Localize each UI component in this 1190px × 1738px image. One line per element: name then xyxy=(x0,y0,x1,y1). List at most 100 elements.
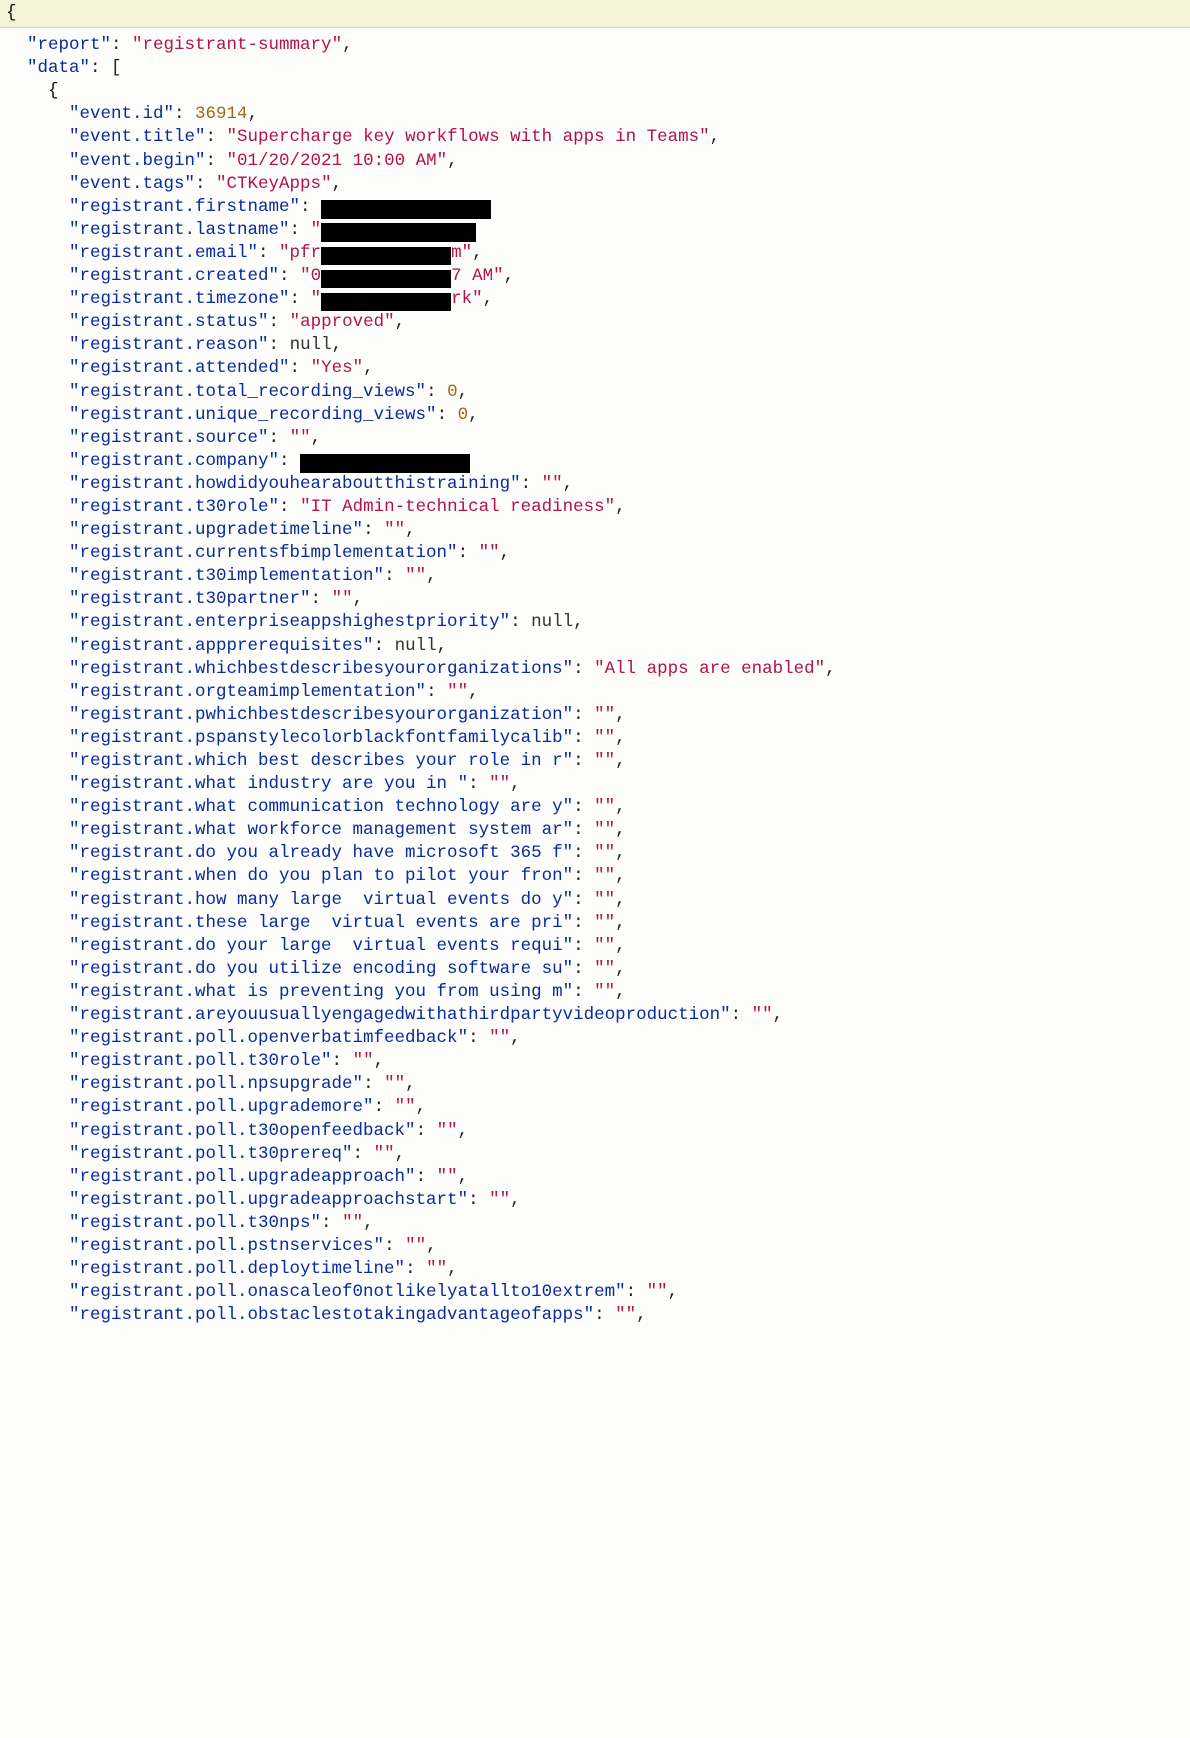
json-sep: : xyxy=(269,312,290,332)
code-line: "registrant.do your large virtual events… xyxy=(6,935,1184,958)
json-sep: : xyxy=(332,1051,353,1071)
json-key: "registrant.poll.upgrademore" xyxy=(69,1097,374,1117)
open-brace: { xyxy=(6,3,17,23)
json-value-post: rk" xyxy=(451,289,483,309)
json-sep: : xyxy=(468,1028,489,1048)
json-tail: , xyxy=(437,636,448,656)
json-value: "" xyxy=(489,1190,510,1210)
json-tail: , xyxy=(615,497,626,517)
json-tail: , xyxy=(615,913,626,933)
json-value-pre: "0 xyxy=(300,266,321,286)
json-sep: : xyxy=(731,1005,752,1025)
code-line: "registrant.when do you plan to pilot yo… xyxy=(6,865,1184,888)
code-line: "registrant.poll.deploytimeline": "", xyxy=(6,1258,1184,1281)
json-tail: , xyxy=(458,382,469,402)
json-value-post: m" xyxy=(451,243,472,263)
code-line: "registrant.poll.pstnservices": "", xyxy=(6,1235,1184,1258)
json-sep: : xyxy=(437,405,458,425)
json-tail: , xyxy=(395,1144,406,1164)
code-line: "registrant.timezone": "rk", xyxy=(6,288,1184,311)
json-key: "registrant.howdidyouhearaboutthistraini… xyxy=(69,474,521,494)
json-tail: , xyxy=(395,312,406,332)
redacted-block xyxy=(321,223,476,241)
json-value: "CTKeyApps" xyxy=(216,174,332,194)
code-line: "registrant.status": "approved", xyxy=(6,311,1184,334)
json-value: "" xyxy=(594,728,615,748)
json-tail: , xyxy=(510,1028,521,1048)
json-sep: : xyxy=(279,266,300,286)
json-value: "" xyxy=(594,913,615,933)
json-value: "" xyxy=(594,982,615,1002)
code-line: "registrant.do you utilize encoding soft… xyxy=(6,958,1184,981)
json-key: "registrant.reason" xyxy=(69,335,269,355)
json-sep: : xyxy=(573,866,594,886)
json-value: "" xyxy=(384,1074,405,1094)
code-line: "registrant.poll.upgrademore": "", xyxy=(6,1096,1184,1119)
json-key: "registrant.areyouusuallyengagedwithathi… xyxy=(69,1005,731,1025)
json-sep: : xyxy=(290,289,311,309)
code-line: "registrant.poll.onascaleof0notlikelyata… xyxy=(6,1281,1184,1304)
code-line: "event.title": "Supercharge key workflow… xyxy=(6,126,1184,149)
code-line: "registrant.poll.t30openfeedback": "", xyxy=(6,1120,1184,1143)
json-key: "registrant.appprerequisites" xyxy=(69,636,374,656)
json-key: "data" xyxy=(27,58,90,78)
code-line: "registrant.t30implementation": "", xyxy=(6,565,1184,588)
json-key: "registrant.what workforce management sy… xyxy=(69,820,573,840)
json-value: "" xyxy=(594,751,615,771)
json-value: "" xyxy=(374,1144,395,1164)
code-line: "registrant.poll.t30role": "", xyxy=(6,1050,1184,1073)
json-sep: : xyxy=(269,335,290,355)
json-value: 0 xyxy=(458,405,469,425)
json-key: "registrant.status" xyxy=(69,312,269,332)
code-line: "registrant.created": "07 AM", xyxy=(6,265,1184,288)
json-value: "" xyxy=(437,1121,458,1141)
json-key: "report" xyxy=(27,35,111,55)
json-sep: : xyxy=(279,497,300,517)
json-sep: : xyxy=(90,58,111,78)
json-key: "registrant.orgteamimplementation" xyxy=(69,682,426,702)
json-sep: : xyxy=(374,636,395,656)
json-key: "registrant.do your large virtual events… xyxy=(69,936,573,956)
json-tail: , xyxy=(636,1305,647,1325)
json-tail: , xyxy=(426,566,437,586)
code-line: "data": [ xyxy=(6,57,1184,80)
json-key: "registrant.firstname" xyxy=(69,197,300,217)
json-sep: : xyxy=(384,566,405,586)
json-value: 0 xyxy=(447,382,458,402)
json-key: "registrant.currentsfbimplementation" xyxy=(69,543,458,563)
json-key: "registrant.upgradetimeline" xyxy=(69,520,363,540)
json-tail: , xyxy=(504,266,515,286)
json-value: "" xyxy=(542,474,563,494)
json-value: "" xyxy=(384,520,405,540)
json-key: "registrant.created" xyxy=(69,266,279,286)
json-value: null xyxy=(395,636,437,656)
json-sep: : xyxy=(111,35,132,55)
json-value: "01/20/2021 10:00 AM" xyxy=(227,151,448,171)
json-sep: : xyxy=(573,705,594,725)
json-code-block: "report": "registrant-summary","data": [… xyxy=(0,28,1190,1337)
json-tail: , xyxy=(563,474,574,494)
json-key: "registrant.poll.t30prereq" xyxy=(69,1144,353,1164)
json-sep: : xyxy=(573,797,594,817)
json-tail: , xyxy=(615,936,626,956)
json-tail: , xyxy=(500,543,511,563)
redacted-block xyxy=(321,270,451,288)
code-line: "registrant.unique_recording_views": 0, xyxy=(6,404,1184,427)
code-line: "registrant.poll.npsupgrade": "", xyxy=(6,1073,1184,1096)
redacted-block xyxy=(321,247,451,265)
json-tail: , xyxy=(773,1005,784,1025)
code-line: "registrant.how many large virtual event… xyxy=(6,889,1184,912)
json-tail: , xyxy=(332,174,343,194)
json-value: "" xyxy=(594,820,615,840)
json-value: "Yes" xyxy=(311,358,364,378)
json-key: "registrant.source" xyxy=(69,428,269,448)
json-tail: , xyxy=(363,358,374,378)
json-value: "" xyxy=(405,1236,426,1256)
json-value: null xyxy=(531,612,573,632)
json-key: "registrant.pwhichbestdescribesyourorgan… xyxy=(69,705,573,725)
json-key: "registrant.poll.deploytimeline" xyxy=(69,1259,405,1279)
json-sep: : xyxy=(426,682,447,702)
json-key: "registrant.what industry are you in " xyxy=(69,774,468,794)
json-key: "registrant.total_recording_views" xyxy=(69,382,426,402)
json-tail: , xyxy=(710,127,721,147)
